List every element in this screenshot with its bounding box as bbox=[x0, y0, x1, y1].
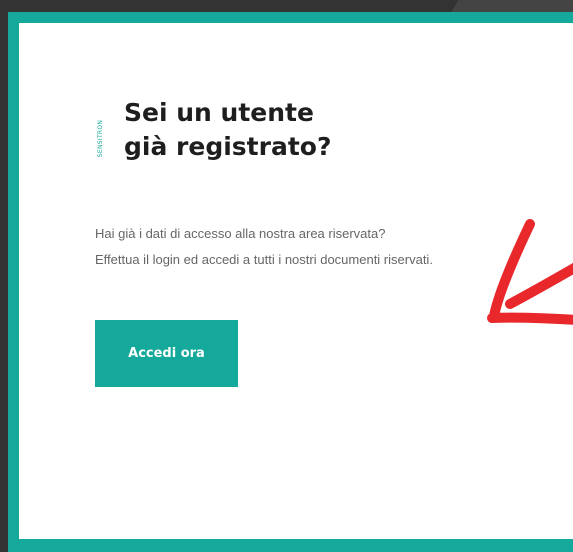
title-line-1: Sei un utente bbox=[124, 98, 314, 127]
background-corner-shape bbox=[451, 0, 573, 12]
red-arrow-icon bbox=[487, 219, 573, 325]
login-button[interactable]: Accedi ora bbox=[95, 320, 238, 387]
page-title: Sei un utente già registrato? bbox=[124, 96, 331, 164]
description-line-2: Effettua il login ed accedi a tutti i no… bbox=[95, 252, 433, 267]
brand-logo: SENSITRON bbox=[95, 104, 107, 172]
description: Hai già i dati di accesso alla nostra ar… bbox=[95, 221, 515, 273]
brand-text: SENSITRON bbox=[97, 119, 105, 157]
title-line-2: già registrato? bbox=[124, 132, 332, 161]
description-line-1: Hai già i dati di accesso alla nostra ar… bbox=[95, 226, 386, 241]
